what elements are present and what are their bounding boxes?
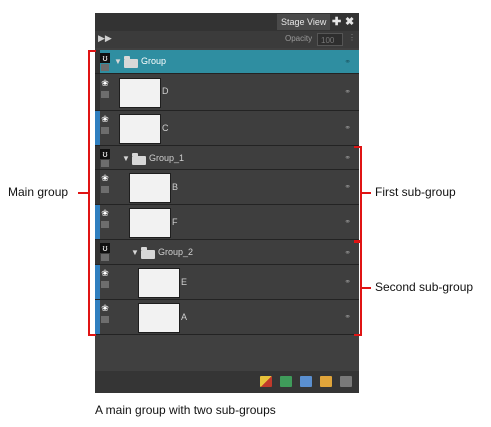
enable-toggle-icon[interactable]: ʊ: [100, 149, 110, 159]
link-icon[interactable]: ⚭: [344, 123, 351, 132]
link-icon[interactable]: ⚭: [344, 57, 351, 66]
main-group-bracket: [88, 50, 96, 336]
panel-header: Stage View ✚ ✖: [95, 13, 359, 31]
layer-row-d[interactable]: ❀ D ⚭: [95, 74, 359, 111]
layer-name: D: [162, 86, 169, 96]
lock-icon[interactable]: [101, 221, 109, 228]
layer-row-a[interactable]: ❀ A ⚭: [95, 300, 359, 335]
opacity-field[interactable]: 100: [317, 33, 343, 46]
link-icon[interactable]: ⚭: [344, 312, 351, 321]
main-group-label: Main group: [8, 185, 69, 199]
layer-row-group-1[interactable]: ʊ ▼ Group_1 ⚭: [95, 146, 359, 170]
second-subgroup-bracket: [354, 241, 362, 336]
lock-icon[interactable]: [101, 186, 109, 193]
drawing-thumbnail: [119, 78, 161, 108]
figure-caption: A main group with two sub-groups: [95, 403, 276, 417]
close-icon[interactable]: ✖: [345, 15, 354, 29]
folder-icon: [124, 56, 138, 68]
layer-name: C: [162, 123, 169, 133]
drawing-thumbnail: [119, 114, 161, 144]
layer-row-c[interactable]: ❀ C ⚭: [95, 111, 359, 146]
second-subgroup-tick: [362, 287, 371, 289]
lock-icon[interactable]: [101, 316, 109, 323]
lock-icon[interactable]: [101, 64, 109, 71]
lock-icon[interactable]: [101, 254, 109, 261]
delete-icon[interactable]: [340, 376, 352, 387]
layer-row-f[interactable]: ❀ F ⚭: [95, 205, 359, 240]
expand-triangle-icon[interactable]: ▼: [131, 248, 139, 257]
drawing-thumbnail: [138, 268, 180, 298]
first-subgroup-bracket: [354, 146, 362, 242]
first-subgroup-label: First sub-group: [375, 185, 456, 199]
layer-row-e[interactable]: ❀ E ⚭: [95, 265, 359, 300]
layer-name: Group_1: [149, 153, 185, 163]
drawing-thumbnail: [129, 173, 171, 203]
layer-name: Group_2: [158, 247, 194, 257]
layer-name: F: [172, 217, 178, 227]
expand-triangle-icon[interactable]: ▼: [122, 154, 130, 163]
enable-toggle-icon[interactable]: ❀: [100, 173, 110, 183]
enable-toggle-icon[interactable]: ❀: [100, 268, 110, 278]
layer-row-group[interactable]: ʊ ▼ Group ⚭: [95, 50, 359, 74]
drawing-thumbnail: [138, 303, 180, 333]
folder-icon: [132, 153, 146, 165]
add-layer-icon[interactable]: [260, 376, 272, 387]
main-group-tick: [78, 192, 88, 194]
layer-footer-toolbar: [95, 371, 359, 393]
lock-icon[interactable]: [101, 91, 109, 98]
opacity-label: Opacity: [285, 34, 313, 43]
layer-name: Group: [141, 56, 167, 66]
double-arrow-right-icon[interactable]: ▶▶: [98, 33, 112, 44]
enable-toggle-icon[interactable]: ❀: [100, 114, 110, 124]
drawing-thumbnail: [129, 208, 171, 238]
add-group-icon[interactable]: [320, 376, 332, 387]
link-icon[interactable]: ⚭: [344, 217, 351, 226]
more-options-icon[interactable]: ⋮: [348, 33, 356, 42]
lock-icon[interactable]: [101, 127, 109, 134]
add-drawing-layer-icon[interactable]: [280, 376, 292, 387]
link-icon[interactable]: ⚭: [344, 153, 351, 162]
link-icon[interactable]: ⚭: [344, 277, 351, 286]
folder-icon: [141, 247, 155, 259]
layer-name: E: [181, 277, 188, 287]
link-icon[interactable]: ⚭: [344, 87, 351, 96]
layer-name: A: [181, 312, 188, 322]
link-icon[interactable]: ⚭: [344, 182, 351, 191]
layer-row-group-2[interactable]: ʊ ▼ Group_2 ⚭: [95, 240, 359, 265]
enable-toggle-icon[interactable]: ʊ: [100, 53, 110, 63]
add-peg-icon[interactable]: [300, 376, 312, 387]
enable-toggle-icon[interactable]: ❀: [100, 208, 110, 218]
tab-stage-view[interactable]: Stage View: [277, 14, 331, 30]
expand-triangle-icon[interactable]: ▼: [114, 57, 122, 66]
first-subgroup-tick: [362, 192, 371, 194]
enable-toggle-icon[interactable]: ❀: [100, 303, 110, 313]
timeline-panel: Stage View ✚ ✖ ▶▶ Opacity 100 ⋮ ʊ ▼ Grou…: [95, 13, 359, 393]
link-icon[interactable]: ⚭: [344, 248, 351, 257]
plus-icon[interactable]: ✚: [332, 15, 341, 29]
lock-icon[interactable]: [101, 281, 109, 288]
second-subgroup-label: Second sub-group: [375, 280, 474, 294]
layer-name: B: [172, 182, 179, 192]
layer-row-b[interactable]: ❀ B ⚭: [95, 170, 359, 205]
lock-icon[interactable]: [101, 160, 109, 167]
enable-toggle-icon[interactable]: ❀: [100, 78, 110, 88]
enable-toggle-icon[interactable]: ʊ: [100, 243, 110, 253]
layer-toolbar: ▶▶ Opacity 100 ⋮: [95, 31, 359, 48]
